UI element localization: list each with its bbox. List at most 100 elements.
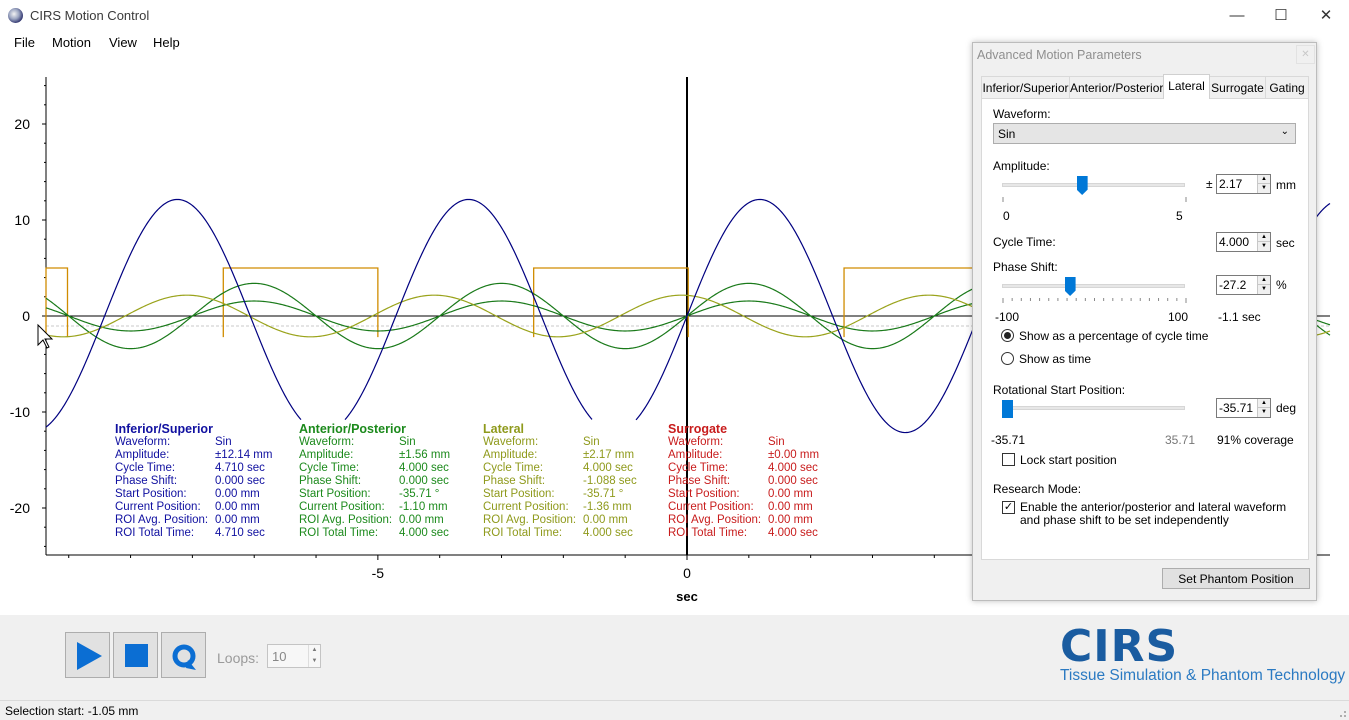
rotational-slider-track[interactable]	[1002, 406, 1185, 410]
phase-shift-input[interactable]: -27.2 ▲ ▼	[1216, 275, 1271, 295]
tab-lateral[interactable]: Lateral	[1163, 74, 1210, 99]
info-key: Cycle Time:	[483, 462, 544, 474]
info-value: 0.000 sec	[215, 475, 265, 487]
info-value: 4.710 sec	[215, 527, 265, 539]
cirs-sphere-icon	[8, 8, 23, 23]
waveform-select[interactable]: Sin ⌄	[993, 123, 1296, 144]
info-key: Current Position:	[299, 501, 385, 513]
info-key: Phase Shift:	[299, 475, 362, 487]
radio-time[interactable]	[1001, 352, 1014, 365]
loops-down-icon[interactable]: ▼	[308, 656, 320, 667]
tab-anterior-posterior[interactable]: Anterior/Posterior	[1069, 76, 1164, 98]
close-icon[interactable]: ✕	[1303, 0, 1349, 31]
info-key: Amplitude:	[668, 449, 723, 461]
info-value: -35.71 °	[583, 488, 624, 500]
phase-max: 100	[1168, 310, 1189, 324]
info-value: 0.00 mm	[215, 488, 260, 500]
research-mode-checkbox[interactable]: ✓	[1002, 501, 1015, 514]
status-text: Selection start: -1.05 mm	[5, 704, 139, 718]
tab-surrogate[interactable]: Surrogate	[1209, 76, 1266, 98]
amplitude-unit: mm	[1276, 178, 1296, 192]
phase-shift-value: -27.2	[1219, 278, 1247, 292]
info-key: Start Position:	[668, 488, 740, 500]
info-row: Current Position: 0.00 mm	[115, 501, 260, 514]
menu-view[interactable]: View	[109, 35, 137, 50]
rotational-slider-thumb[interactable]	[1002, 400, 1013, 418]
maximize-icon[interactable]: ☐	[1258, 0, 1304, 31]
info-row: Start Position: 0.00 mm	[115, 488, 260, 501]
info-key: Cycle Time:	[115, 462, 176, 474]
rotational-up-icon[interactable]: ▲	[1257, 399, 1270, 408]
loops-input[interactable]: 10 ▲ ▼	[267, 644, 321, 668]
cycle-time-down-icon[interactable]: ▼	[1257, 242, 1270, 251]
phase-down-icon[interactable]: ▼	[1257, 285, 1270, 294]
cycle-time-label: Cycle Time:	[993, 235, 1056, 249]
tab-inferior-superior[interactable]: Inferior/Superior	[981, 76, 1070, 98]
amplitude-slider-thumb[interactable]	[1076, 176, 1088, 195]
amplitude-input[interactable]: 2.17 ▲ ▼	[1216, 174, 1271, 194]
dialog-close-icon[interactable]: ✕	[1296, 45, 1315, 64]
loop-button[interactable]	[161, 632, 206, 678]
amplitude-value: 2.17	[1219, 177, 1243, 191]
info-key: Cycle Time:	[299, 462, 360, 474]
info-value: -1.36 mm	[583, 501, 632, 513]
phase-shift-seconds: -1.1 sec	[1218, 310, 1261, 324]
info-row: Start Position: -35.71 °	[483, 488, 623, 501]
phase-slider-thumb[interactable]	[1064, 277, 1076, 296]
menu-motion[interactable]: Motion	[52, 35, 91, 50]
info-value: ±2.17 mm	[583, 449, 635, 461]
advanced-motion-dialog: Advanced Motion Parameters ✕ Inferior/Su…	[972, 42, 1317, 601]
rotational-down-icon[interactable]: ▼	[1257, 408, 1270, 417]
amplitude-up-icon[interactable]: ▲	[1257, 175, 1270, 184]
info-lateral: Lateral Waveform: Sin Amplitude: ±2.17 mm Cyc…	[483, 423, 637, 540]
research-mode-check-label[interactable]: Enable the anterior/posterior and latera…	[1020, 501, 1300, 527]
logo-main-text: CIRS	[1060, 621, 1179, 672]
stop-icon	[125, 644, 148, 667]
phase-slider-track[interactable]	[1002, 284, 1185, 288]
info-key: ROI Avg. Position:	[299, 514, 393, 526]
info-key: Amplitude:	[299, 449, 354, 461]
resize-grip-icon[interactable]	[1337, 708, 1347, 718]
amplitude-down-icon[interactable]: ▼	[1257, 184, 1270, 193]
y-tick-label: 0	[22, 308, 30, 324]
menu-file[interactable]: File	[14, 35, 35, 50]
amplitude-pm: ±	[1206, 177, 1213, 191]
menu-help[interactable]: Help	[153, 35, 180, 50]
stop-button[interactable]	[113, 632, 158, 678]
lock-start-label[interactable]: Lock start position	[1020, 453, 1117, 467]
amplitude-label: Amplitude:	[993, 159, 1050, 173]
minimize-icon[interactable]: —	[1214, 0, 1260, 31]
info-row: Waveform: Sin	[483, 436, 600, 449]
radio-percentage-label[interactable]: Show as a percentage of cycle time	[1019, 329, 1208, 343]
cycle-time-up-icon[interactable]: ▲	[1257, 233, 1270, 242]
loops-value: 10	[272, 649, 287, 664]
info-value: 0.000 sec	[399, 475, 449, 487]
info-key: ROI Avg. Position:	[668, 514, 762, 526]
info-key: Phase Shift:	[115, 475, 178, 487]
loops-up-icon[interactable]: ▲	[308, 645, 320, 656]
tab-gating[interactable]: Gating	[1265, 76, 1309, 98]
cycle-time-input[interactable]: 4.000 ▲ ▼	[1216, 232, 1271, 252]
info-value: ±0.00 mm	[768, 449, 820, 461]
info-row: Start Position: -35.71 °	[299, 488, 439, 501]
info-row: ROI Avg. Position: 0.00 mm	[483, 514, 628, 527]
info-row: Cycle Time: 4.000 sec	[668, 462, 818, 475]
play-icon	[77, 642, 102, 670]
x-tick-label: -5	[372, 565, 385, 581]
amplitude-min: 0	[1003, 209, 1010, 223]
info-row: Start Position: 0.00 mm	[668, 488, 813, 501]
phase-up-icon[interactable]: ▲	[1257, 276, 1270, 285]
radio-percentage[interactable]	[1001, 329, 1014, 342]
info-anterior-posterior: Anterior/Posterior Waveform: Sin Amplitude:…	[299, 423, 450, 540]
info-key: ROI Avg. Position:	[483, 514, 577, 526]
rotational-start-label: Rotational Start Position:	[993, 383, 1126, 397]
info-value: 4.000 sec	[399, 527, 449, 539]
rotational-start-input[interactable]: -35.71 ▲ ▼	[1216, 398, 1271, 418]
amplitude-slider-track[interactable]	[1002, 183, 1185, 187]
radio-time-label[interactable]: Show as time	[1019, 352, 1091, 366]
play-button[interactable]	[65, 632, 110, 678]
info-row: Cycle Time: 4.710 sec	[115, 462, 265, 475]
set-phantom-position-button[interactable]: Set Phantom Position	[1162, 568, 1310, 589]
y-tick-label: -10	[10, 404, 30, 420]
lock-start-checkbox[interactable]	[1002, 453, 1015, 466]
